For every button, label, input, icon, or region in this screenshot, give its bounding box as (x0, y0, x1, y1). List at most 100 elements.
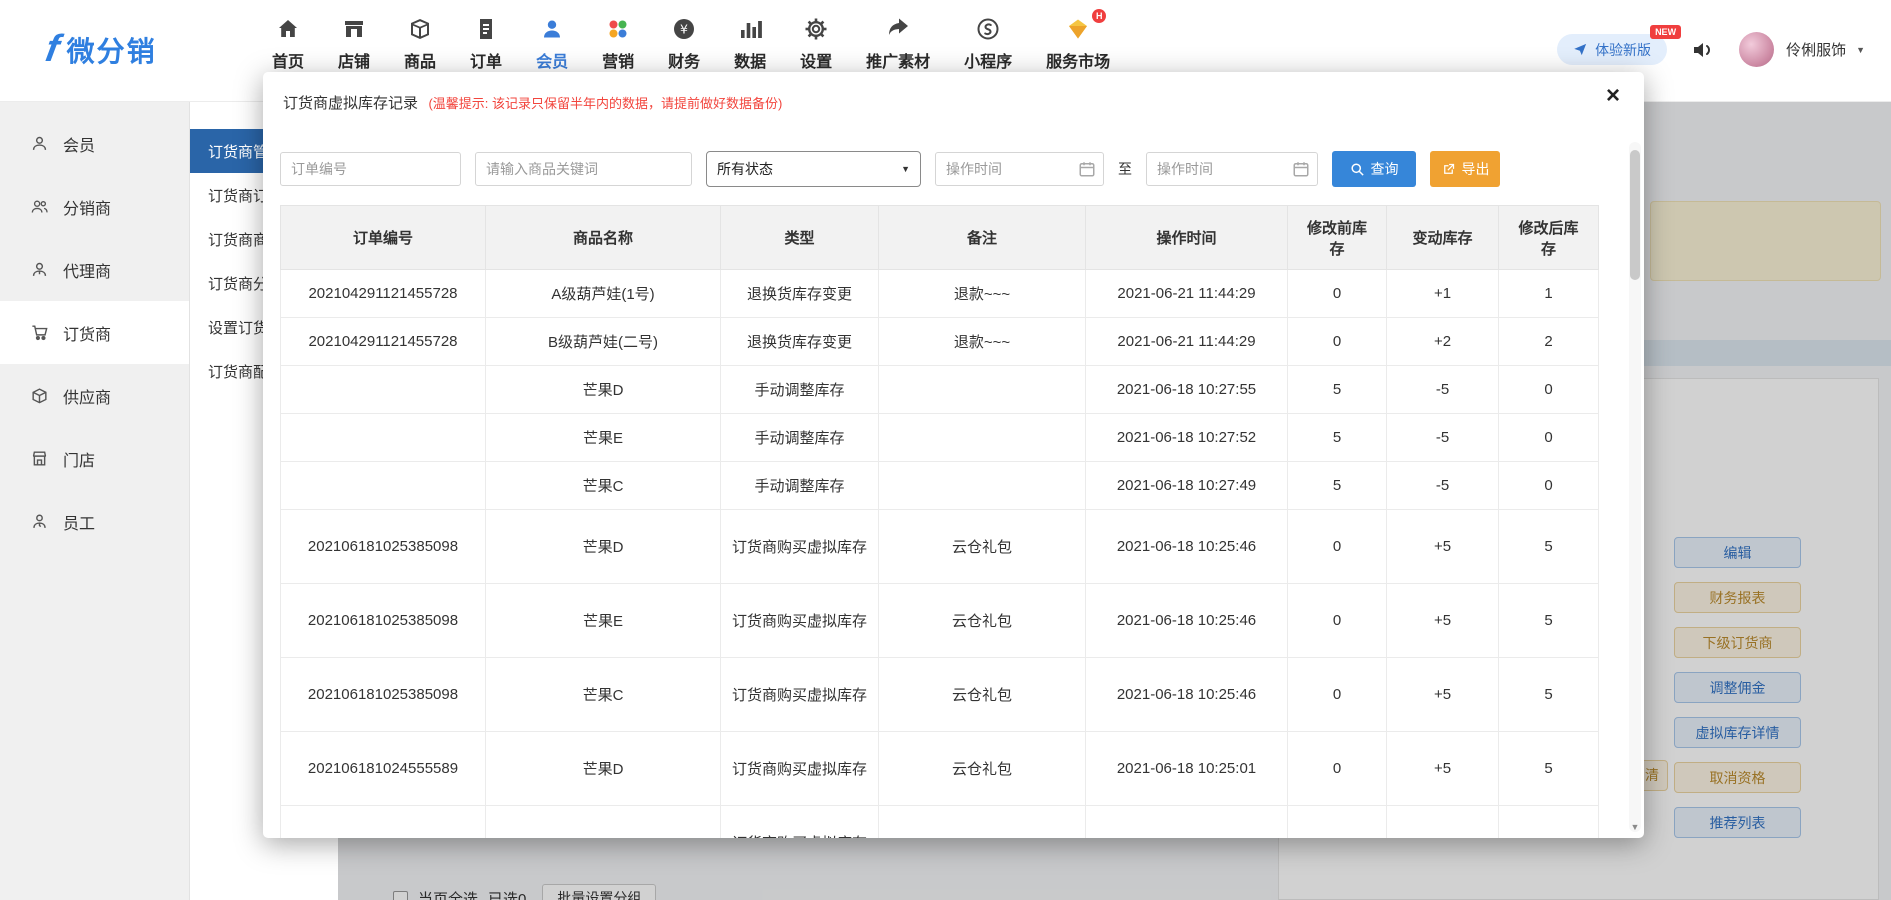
nav-item-finance[interactable]: ¥财务 (668, 16, 700, 72)
table-cell: 202104291121455728 (281, 270, 486, 318)
nav-item-promo[interactable]: 推广素材 (866, 16, 930, 72)
table-cell (281, 414, 486, 462)
nav-label: 营销 (602, 48, 634, 72)
sidebar-item[interactable]: 分销商 (0, 175, 189, 238)
account-name[interactable]: 伶俐服饰 (1786, 39, 1846, 60)
table-cell: -5 (1387, 414, 1499, 462)
table-cell: 2021-06-18 10:27:52 (1086, 414, 1288, 462)
to-label: 至 (1118, 159, 1132, 179)
member-icon (30, 134, 49, 153)
table-cell: 202106181024555589 (281, 732, 486, 806)
table-cell: 2021-06-18 10:27:49 (1086, 462, 1288, 510)
table-cell: 芒果D (486, 366, 721, 414)
table-row: 芒果D手动调整库存2021-06-18 10:27:555-50 (281, 366, 1599, 414)
orderer-icon (30, 323, 49, 342)
column-header: 操作时间 (1086, 206, 1288, 270)
nav-item-settings[interactable]: 设置 (800, 16, 832, 72)
chevron-down-icon[interactable]: ▼ (1856, 45, 1865, 55)
table-cell: 5 (1499, 584, 1599, 658)
try-new-button[interactable]: 体验新版 NEW (1557, 34, 1667, 65)
avatar[interactable] (1739, 32, 1774, 67)
members-icon (540, 16, 564, 42)
table-cell: 5 (1499, 510, 1599, 584)
table-cell (1499, 806, 1599, 839)
chevron-down-icon: ▼ (901, 164, 910, 174)
scrollbar-thumb[interactable] (1630, 150, 1640, 280)
distributor-icon (30, 197, 49, 216)
nav-item-marketing[interactable]: 营销 (602, 16, 634, 72)
column-header: 修改前库存 (1288, 206, 1387, 270)
table-cell (1387, 806, 1499, 839)
sidebar-item[interactable]: 员工 (0, 490, 189, 553)
promo-icon (886, 16, 910, 42)
table-cell (879, 366, 1086, 414)
close-icon[interactable]: × (1606, 84, 1620, 108)
table-cell: 退款~~~ (879, 318, 1086, 366)
speaker-icon[interactable] (1691, 38, 1715, 62)
nav-item-orders[interactable]: 订单 (470, 16, 502, 72)
keyword-input[interactable] (475, 152, 692, 186)
table-cell: +5 (1387, 510, 1499, 584)
nav-item-miniapp[interactable]: 小程序 (964, 16, 1012, 72)
sidebar-item[interactable]: 会员 (0, 112, 189, 175)
sidebar-item[interactable]: 代理商 (0, 238, 189, 301)
search-label: 查询 (1371, 159, 1399, 179)
table-cell: 订货商购买虚拟库存 (721, 658, 879, 732)
table-cell: 订货商购买虚拟库存 (721, 732, 879, 806)
export-icon (1441, 162, 1456, 177)
nav-item-data[interactable]: 数据 (734, 16, 766, 72)
table-cell: 0 (1288, 584, 1387, 658)
column-header: 订单编号 (281, 206, 486, 270)
order-no-input[interactable] (280, 152, 461, 186)
inventory-table: 订单编号商品名称类型备注操作时间修改前库存变动库存修改后库存 202104291… (280, 205, 1599, 838)
sidebar-item[interactable]: 订货商 (0, 301, 189, 364)
nav-item-market[interactable]: 服务市场H (1046, 16, 1110, 72)
table-cell: 0 (1288, 318, 1387, 366)
table-cell: 云仓礼包 (879, 584, 1086, 658)
orders-icon (474, 16, 498, 42)
table-cell: 订货商购买虚拟库存 (721, 510, 879, 584)
nav-item-shop[interactable]: 店铺 (338, 16, 370, 72)
app-logo[interactable]: f 微分销 (46, 28, 157, 71)
column-header: 类型 (721, 206, 879, 270)
search-icon (1350, 162, 1365, 177)
table-row: 202106181024555589芒果D订货商购买虚拟库存云仓礼包2021-0… (281, 732, 1599, 806)
sidebar-item[interactable]: 供应商 (0, 364, 189, 427)
column-header: 修改后库存 (1499, 206, 1599, 270)
table-cell (879, 462, 1086, 510)
nav-label: 数据 (734, 48, 766, 72)
sidebar-item-label: 会员 (63, 132, 95, 156)
modal-scrollbar[interactable]: ▼ (1629, 142, 1641, 832)
table-row: 202106181025385098芒果C订货商购买虚拟库存云仓礼包2021-0… (281, 658, 1599, 732)
inventory-modal: 订货商虚拟库存记录 (温馨提示: 该记录只保留半年内的数据，请提前做好数据备份)… (263, 72, 1644, 838)
nav-label: 店铺 (338, 48, 370, 72)
search-button[interactable]: 查询 (1332, 151, 1416, 187)
column-header: 商品名称 (486, 206, 721, 270)
table-cell: 芒果D (486, 510, 721, 584)
nav-item-goods[interactable]: 商品 (404, 16, 436, 72)
table-cell: +5 (1387, 732, 1499, 806)
sidebar-item[interactable]: 门店 (0, 427, 189, 490)
svg-text:¥: ¥ (680, 22, 688, 37)
table-cell (879, 806, 1086, 839)
table-row: 202104291121455728B级葫芦娃(二号)退换货库存变更退款~~~2… (281, 318, 1599, 366)
table-cell: 5 (1288, 462, 1387, 510)
time-to-input[interactable] (1146, 152, 1318, 186)
table-cell: 0 (1288, 658, 1387, 732)
time-from-input[interactable] (935, 152, 1104, 186)
nav-label: 订单 (470, 48, 502, 72)
table-cell: 5 (1288, 366, 1387, 414)
status-select[interactable]: 所有状态 ▼ (706, 151, 921, 187)
inventory-table-body: 202104291121455728A级葫芦娃(1号)退换货库存变更退款~~~2… (281, 270, 1599, 839)
header-right: 体验新版 NEW 伶俐服饰 ▼ (1557, 32, 1865, 67)
filter-bar: 所有状态 ▼ 至 查询 导出 (280, 151, 1627, 187)
nav-item-home[interactable]: 首页 (272, 16, 304, 72)
scrollbar-down-arrow[interactable]: ▼ (1629, 822, 1641, 832)
table-cell: +2 (1387, 318, 1499, 366)
export-button[interactable]: 导出 (1430, 151, 1500, 187)
nav-item-members[interactable]: 会员 (536, 16, 568, 72)
table-cell (879, 414, 1086, 462)
table-cell: 202106181025385098 (281, 584, 486, 658)
table-cell: +5 (1387, 584, 1499, 658)
nav-label: 首页 (272, 48, 304, 72)
